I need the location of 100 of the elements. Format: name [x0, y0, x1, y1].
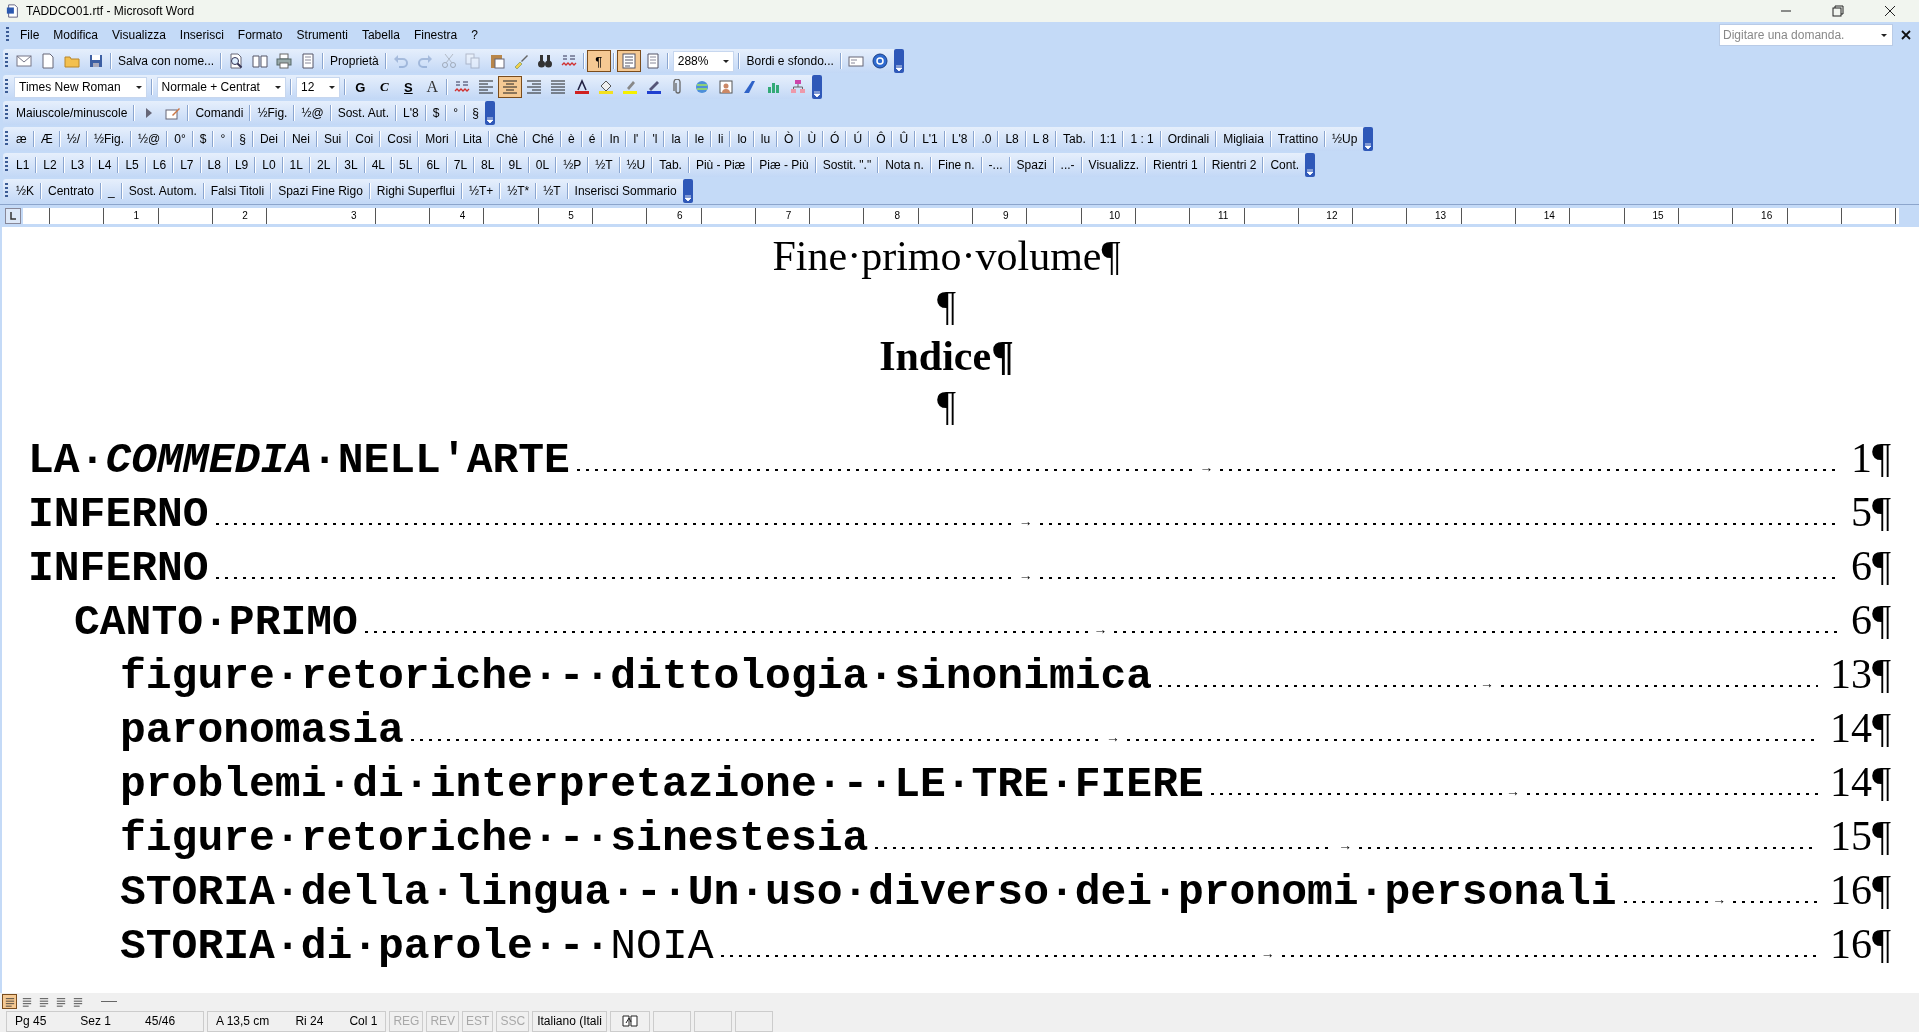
toolbar-options-icon[interactable] [1305, 153, 1316, 177]
toolbar-button[interactable]: Più - Piæ [691, 156, 750, 174]
toolbar-button[interactable]: Sostit. "." [818, 156, 876, 174]
toolbar-button[interactable]: Fine n. [933, 156, 979, 174]
toolbar-options-icon[interactable] [812, 75, 823, 99]
toolbar-button[interactable]: Cont. [1266, 156, 1304, 174]
toolbar-button[interactable]: $ [195, 130, 211, 148]
dropdown-field[interactable]: Times New Roman [14, 76, 147, 98]
toolbar-button[interactable]: Cosi [383, 130, 416, 148]
language-status[interactable]: Italiano (Itali [532, 1010, 607, 1032]
toolbar-options-icon[interactable] [682, 179, 693, 203]
menu-item[interactable]: Inserisci [172, 26, 231, 44]
toolbar-button[interactable]: Ô [872, 130, 890, 148]
toolbar-button[interactable]: 4L [367, 156, 390, 174]
menu-item[interactable]: Tabella [354, 26, 407, 44]
toolbar-button[interactable]: Coi [351, 130, 378, 148]
align-center-icon[interactable] [498, 76, 523, 98]
text-page-icon[interactable] [616, 50, 641, 72]
toolbar-button[interactable]: L8 [1001, 130, 1023, 148]
toolbar-button[interactable]: ½Up [1328, 130, 1362, 148]
toolbar-button[interactable]: ° [449, 104, 463, 122]
toolbar-button[interactable]: Spazi [1012, 156, 1051, 174]
toolbar-button[interactable]: -... [984, 156, 1007, 174]
toolbar-button[interactable]: Sost. Aut. [333, 104, 393, 122]
toolbar-button[interactable]: L6 [148, 156, 171, 174]
toolbar-button[interactable]: 8L [477, 156, 499, 174]
tab-selector-icon[interactable] [5, 208, 21, 224]
toolbar-options-icon[interactable] [893, 49, 904, 73]
toolbar-button[interactable]: $ [428, 104, 444, 122]
toolbar-button[interactable]: L9 [230, 156, 253, 174]
toolbar-button[interactable]: ...- [1056, 156, 1079, 174]
toolbar-button[interactable]: Sui [319, 130, 346, 148]
dropdown-field[interactable]: 12 [295, 76, 341, 98]
toolbar-button[interactable]: 6L [422, 156, 444, 174]
toolbar-button[interactable]: ½Fig. [253, 104, 292, 122]
menu-item[interactable]: File [13, 26, 47, 44]
toolbar-button[interactable]: C [372, 76, 397, 98]
toolbar-button[interactable]: ½P [559, 156, 586, 174]
toolbar-button[interactable]: 3L [340, 156, 362, 174]
toolbar-button[interactable]: Righi Superflui [372, 182, 459, 200]
toolbar-button[interactable]: æ [12, 130, 31, 148]
toolbar-button[interactable]: ½Fig. [90, 130, 129, 148]
toolbar-button[interactable]: ½T [539, 182, 565, 200]
toolbar-button[interactable]: Sost. Autom. [124, 182, 201, 200]
toolbar-button[interactable]: Salva con nome... [114, 52, 219, 70]
toolbar-button[interactable]: L7 [176, 156, 198, 174]
book-icon[interactable] [621, 1015, 638, 1027]
toolbar-button[interactable]: .0 [977, 130, 996, 148]
toolbar-button[interactable]: ¶ [586, 50, 611, 72]
menu-item[interactable]: Modifica [46, 26, 106, 44]
view-mode-icon[interactable] [2, 994, 17, 1009]
menu-item[interactable]: Strumenti [289, 26, 355, 44]
toolbar-button[interactable]: ½T [591, 156, 617, 174]
toolbar-button[interactable]: Nei [287, 130, 314, 148]
toolbar-button[interactable]: Ù [803, 130, 821, 148]
toolbar-button[interactable]: ½K [12, 182, 38, 200]
toolbar-button[interactable]: 1 : 1 [1126, 130, 1158, 148]
toolbar-button[interactable]: L1 [12, 156, 34, 174]
toolbar-button[interactable]: ½@ [297, 104, 328, 122]
toolbar-button[interactable]: Ú [849, 130, 867, 148]
dropdown-field[interactable]: Normale + Centrat [156, 76, 286, 98]
toolbar-button[interactable]: Dei [255, 130, 282, 148]
toolbar-button[interactable]: Ò [780, 130, 798, 148]
toolbar-button[interactable]: Centrato [44, 182, 99, 200]
toolbar-button[interactable]: Û [895, 130, 913, 148]
toolbar-button[interactable]: L5 [121, 156, 143, 174]
toolbar-button[interactable]: L'8 [947, 130, 972, 148]
toolbar-button[interactable]: 5L [395, 156, 417, 174]
menu-item[interactable]: Visualizza [105, 26, 173, 44]
toolbar-button[interactable]: Lita [458, 130, 486, 148]
toolbar-button[interactable]: L0 [258, 156, 280, 174]
menu-item[interactable]: Finestra [406, 26, 465, 44]
toolbar-button[interactable]: § [468, 104, 483, 122]
toolbar-button[interactable]: l' [629, 130, 643, 148]
toolbar-button[interactable]: le [690, 130, 709, 148]
toolbar-button[interactable]: Rientri 2 [1207, 156, 1261, 174]
toolbar-button[interactable]: Proprietà [326, 52, 383, 70]
toolbar-button[interactable]: Chè [492, 130, 523, 148]
toolbar-button[interactable]: L2 [39, 156, 61, 174]
toolbar-button[interactable]: Ó [826, 130, 844, 148]
toolbar-button[interactable]: Mori [421, 130, 453, 148]
dropdown-field[interactable]: 288% [672, 50, 735, 72]
toolbar-button[interactable]: ° [216, 130, 230, 148]
toolbar-button[interactable]: ½/ [62, 130, 84, 148]
toolbar-button[interactable]: Tab. [655, 156, 686, 174]
toolbar-button[interactable]: In [605, 130, 624, 148]
toolbar-button[interactable]: 2L [312, 156, 335, 174]
toolbar-button[interactable]: Trattino [1273, 130, 1323, 148]
toolbar-button[interactable]: 1L [285, 156, 307, 174]
toolbar-button[interactable]: Spazi Fine Rigo [274, 182, 367, 200]
toolbar-button[interactable]: Rientri 1 [1149, 156, 1202, 174]
toolbar-button[interactable]: Nota n. [881, 156, 928, 174]
menu-item[interactable]: ? [464, 26, 485, 44]
toolbar-options-icon[interactable] [1363, 127, 1374, 151]
toolbar-options-icon[interactable] [484, 101, 495, 125]
toolbar-button[interactable]: A [420, 76, 445, 98]
toolbar-button[interactable]: _ [104, 182, 119, 200]
toolbar-button[interactable]: Falsi Titoli [206, 182, 269, 200]
toolbar-button[interactable]: 7L [449, 156, 472, 174]
toolbar-button[interactable]: Æ [36, 130, 57, 148]
